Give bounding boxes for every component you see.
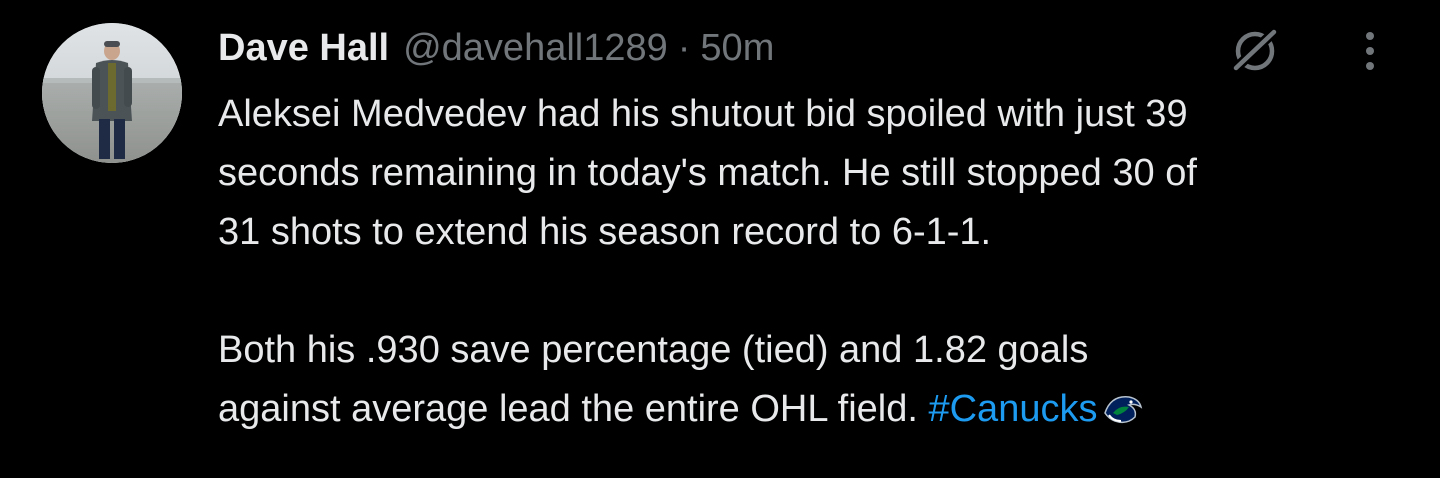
- tweet-text-segment: against average lead the entire OHL fiel…: [218, 388, 929, 430]
- tweet-timestamp[interactable]: 50m: [700, 22, 774, 74]
- tweet-text-line: against average lead the entire OHL fiel…: [218, 380, 1418, 439]
- tweet[interactable]: Dave Hall @davehall1289 · 50m Aleksei Me…: [0, 0, 1440, 478]
- tweet-header: Dave Hall @davehall1289 · 50m: [218, 22, 774, 74]
- paragraph-break: [218, 262, 1418, 321]
- canucks-orca-icon: [1101, 386, 1145, 424]
- tweet-text-line: 31 shots to extend his season record to …: [218, 211, 992, 253]
- tweet-text-line: Aleksei Medvedev had his shutout bid spo…: [218, 93, 1188, 135]
- grok-icon[interactable]: [1226, 24, 1284, 75]
- tweet-text: Aleksei Medvedev had his shutout bid spo…: [218, 85, 1418, 439]
- more-options-icon[interactable]: [1350, 28, 1390, 74]
- tweet-text-line: seconds remaining in today's match. He s…: [218, 152, 1197, 194]
- avatar[interactable]: [42, 23, 182, 163]
- hashtag-link[interactable]: #Canucks: [928, 388, 1097, 430]
- avatar-photo: [42, 23, 182, 163]
- author-handle[interactable]: @davehall1289: [403, 22, 668, 74]
- header-separator: ·: [677, 27, 691, 69]
- tweet-text-line: Both his .930 save percentage (tied) and…: [218, 329, 1089, 371]
- author-display-name[interactable]: Dave Hall: [218, 22, 389, 74]
